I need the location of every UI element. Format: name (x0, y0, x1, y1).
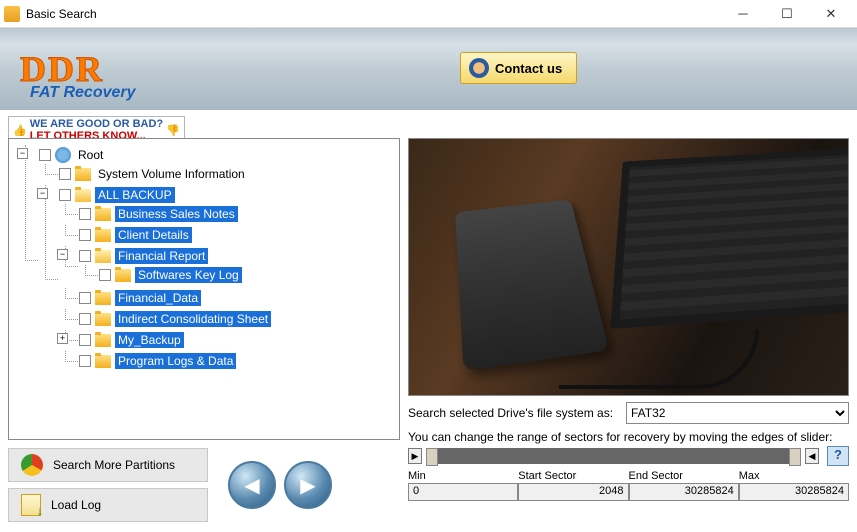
checkbox[interactable] (79, 313, 91, 325)
checkbox[interactable] (79, 334, 91, 346)
folder-icon (95, 229, 111, 242)
folder-open-icon (75, 189, 91, 202)
checkbox[interactable] (39, 149, 51, 161)
thumb-down-icon: 👎 (166, 124, 180, 137)
max-label: Max (739, 470, 849, 482)
tree-node[interactable]: Program Logs & Data (79, 353, 236, 369)
folder-icon (95, 208, 111, 221)
expander[interactable]: + (57, 333, 68, 344)
folder-icon (95, 292, 111, 305)
help-button[interactable]: ? (827, 446, 849, 466)
folder-tree[interactable]: − Root System Volume Informat (9, 139, 399, 439)
slider-note: You can change the range of sectors for … (408, 430, 849, 444)
contact-label: Contact us (495, 61, 562, 76)
thumb-up-icon: 👍 (13, 124, 27, 137)
tree-node[interactable]: Softwares Key Log (99, 267, 242, 283)
search-more-partitions-button[interactable]: Search More Partitions (8, 448, 208, 482)
slider-right-arrow[interactable]: ◀ (805, 448, 819, 464)
filesystem-label: Search selected Drive's file system as: (408, 406, 618, 420)
tree-node[interactable]: Financial Report (79, 248, 208, 264)
checkbox[interactable] (59, 189, 71, 201)
tree-node[interactable]: Indirect Consolidating Sheet (79, 311, 271, 327)
slider-left-arrow[interactable]: ▶ (408, 448, 422, 464)
button-label: Search More Partitions (53, 458, 175, 472)
log-file-icon (21, 494, 41, 516)
end-sector-label: End Sector (629, 470, 739, 482)
folder-icon (95, 334, 111, 347)
tree-node[interactable]: Financial_Data (79, 290, 201, 306)
contact-us-button[interactable]: Contact us (460, 52, 577, 84)
expander[interactable]: − (57, 249, 68, 260)
folder-icon (75, 168, 91, 181)
arrow-right-icon: ▶ (300, 473, 315, 498)
back-button[interactable]: ◀ (228, 461, 276, 509)
banner: DDR FAT Recovery Contact us (0, 28, 857, 110)
window-title: Basic Search (26, 7, 721, 21)
checkbox[interactable] (99, 269, 111, 281)
checkbox[interactable] (79, 250, 91, 262)
feedback-line1: WE ARE GOOD OR BAD? (30, 118, 163, 130)
button-label: Load Log (51, 498, 101, 512)
tree-node-all-backup[interactable]: ALL BACKUP (59, 187, 175, 203)
folder-open-icon (95, 250, 111, 263)
start-sector-label: Start Sector (518, 470, 628, 482)
pie-chart-icon (21, 454, 43, 476)
min-label: Min (408, 470, 518, 482)
tree-node[interactable]: Client Details (79, 227, 192, 243)
next-button[interactable]: ▶ (284, 461, 332, 509)
load-log-button[interactable]: Load Log (8, 488, 208, 522)
tree-node[interactable]: My_Backup (79, 332, 184, 348)
min-value: 0 (408, 483, 518, 501)
tree-node-root[interactable]: Root (39, 147, 106, 163)
checkbox[interactable] (79, 208, 91, 220)
expander[interactable]: − (37, 188, 48, 199)
folder-icon (95, 313, 111, 326)
product-subtitle: FAT Recovery (30, 84, 136, 102)
folder-icon (95, 355, 111, 368)
minimize-button[interactable]: ─ (721, 1, 765, 27)
preview-image (408, 138, 849, 396)
folder-tree-panel: − Root System Volume Informat (8, 138, 400, 440)
max-value: 30285824 (739, 483, 849, 501)
person-icon (469, 58, 489, 78)
end-sector-value[interactable]: 30285824 (629, 483, 739, 501)
checkbox[interactable] (79, 229, 91, 241)
tree-node[interactable]: System Volume Information (59, 166, 248, 182)
filesystem-select[interactable]: FAT32 (626, 402, 849, 424)
title-bar: Basic Search ─ ☐ ✕ (0, 0, 857, 28)
close-button[interactable]: ✕ (809, 1, 853, 27)
sector-slider[interactable] (426, 448, 801, 464)
checkbox[interactable] (59, 168, 71, 180)
drive-icon (55, 147, 71, 163)
tree-node[interactable]: Business Sales Notes (79, 206, 238, 222)
folder-icon (115, 269, 131, 282)
checkbox[interactable] (79, 355, 91, 367)
checkbox[interactable] (79, 292, 91, 304)
maximize-button[interactable]: ☐ (765, 1, 809, 27)
app-icon (4, 6, 20, 22)
start-sector-value[interactable]: 2048 (518, 483, 628, 501)
expander-root[interactable]: − (17, 148, 28, 159)
arrow-left-icon: ◀ (244, 473, 259, 498)
